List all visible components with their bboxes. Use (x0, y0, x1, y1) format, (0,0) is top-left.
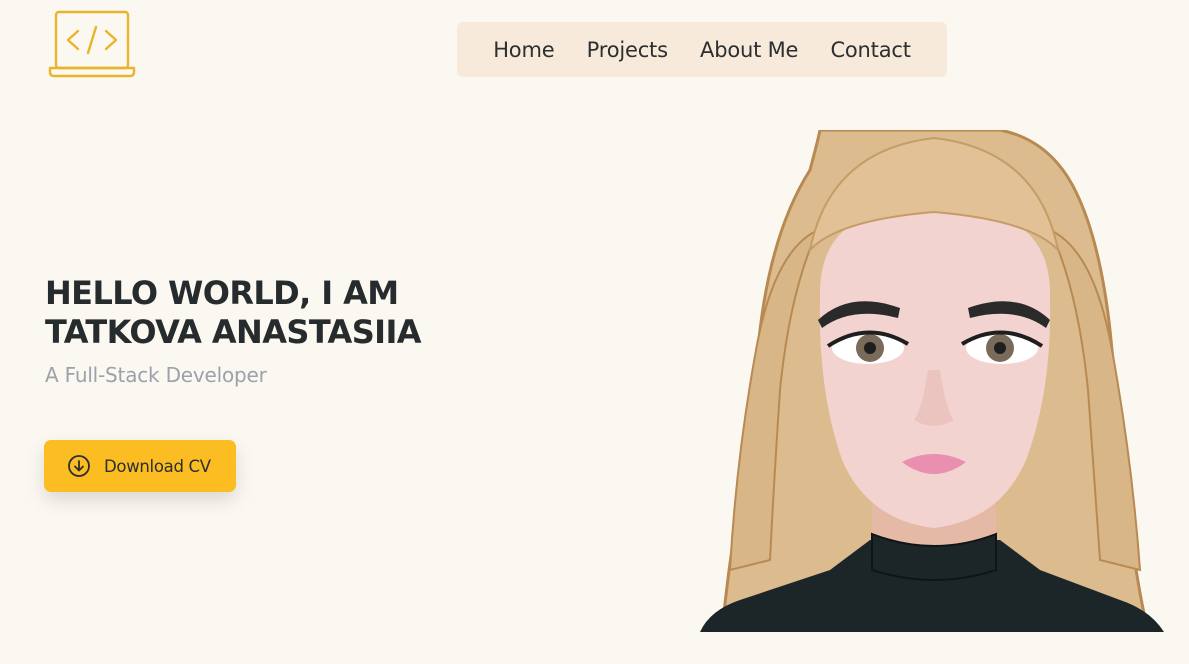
download-cv-label: Download CV (104, 456, 211, 476)
nav-home-link[interactable]: Home (493, 38, 554, 62)
nav-about-link[interactable]: About Me (700, 38, 798, 62)
arrow-down-circle-icon (68, 455, 90, 477)
nav-contact-link[interactable]: Contact (830, 38, 911, 62)
hero-subtitle: A Full-Stack Developer (45, 363, 267, 387)
headline-line-1: HELLO WORLD, I AM (45, 274, 399, 312)
headline-line-2: TATKOVA ANASTASIIA (45, 313, 422, 351)
nav-projects-link[interactable]: Projects (587, 38, 668, 62)
laptop-code-icon[interactable] (48, 10, 136, 78)
hero-headline: HELLO WORLD, I AM TATKOVA ANASTASIIA (45, 274, 422, 352)
cartoon-woman-avatar (700, 130, 1164, 632)
download-cv-button[interactable]: Download CV (44, 440, 236, 492)
main-navigation: Home Projects About Me Contact (457, 22, 947, 77)
